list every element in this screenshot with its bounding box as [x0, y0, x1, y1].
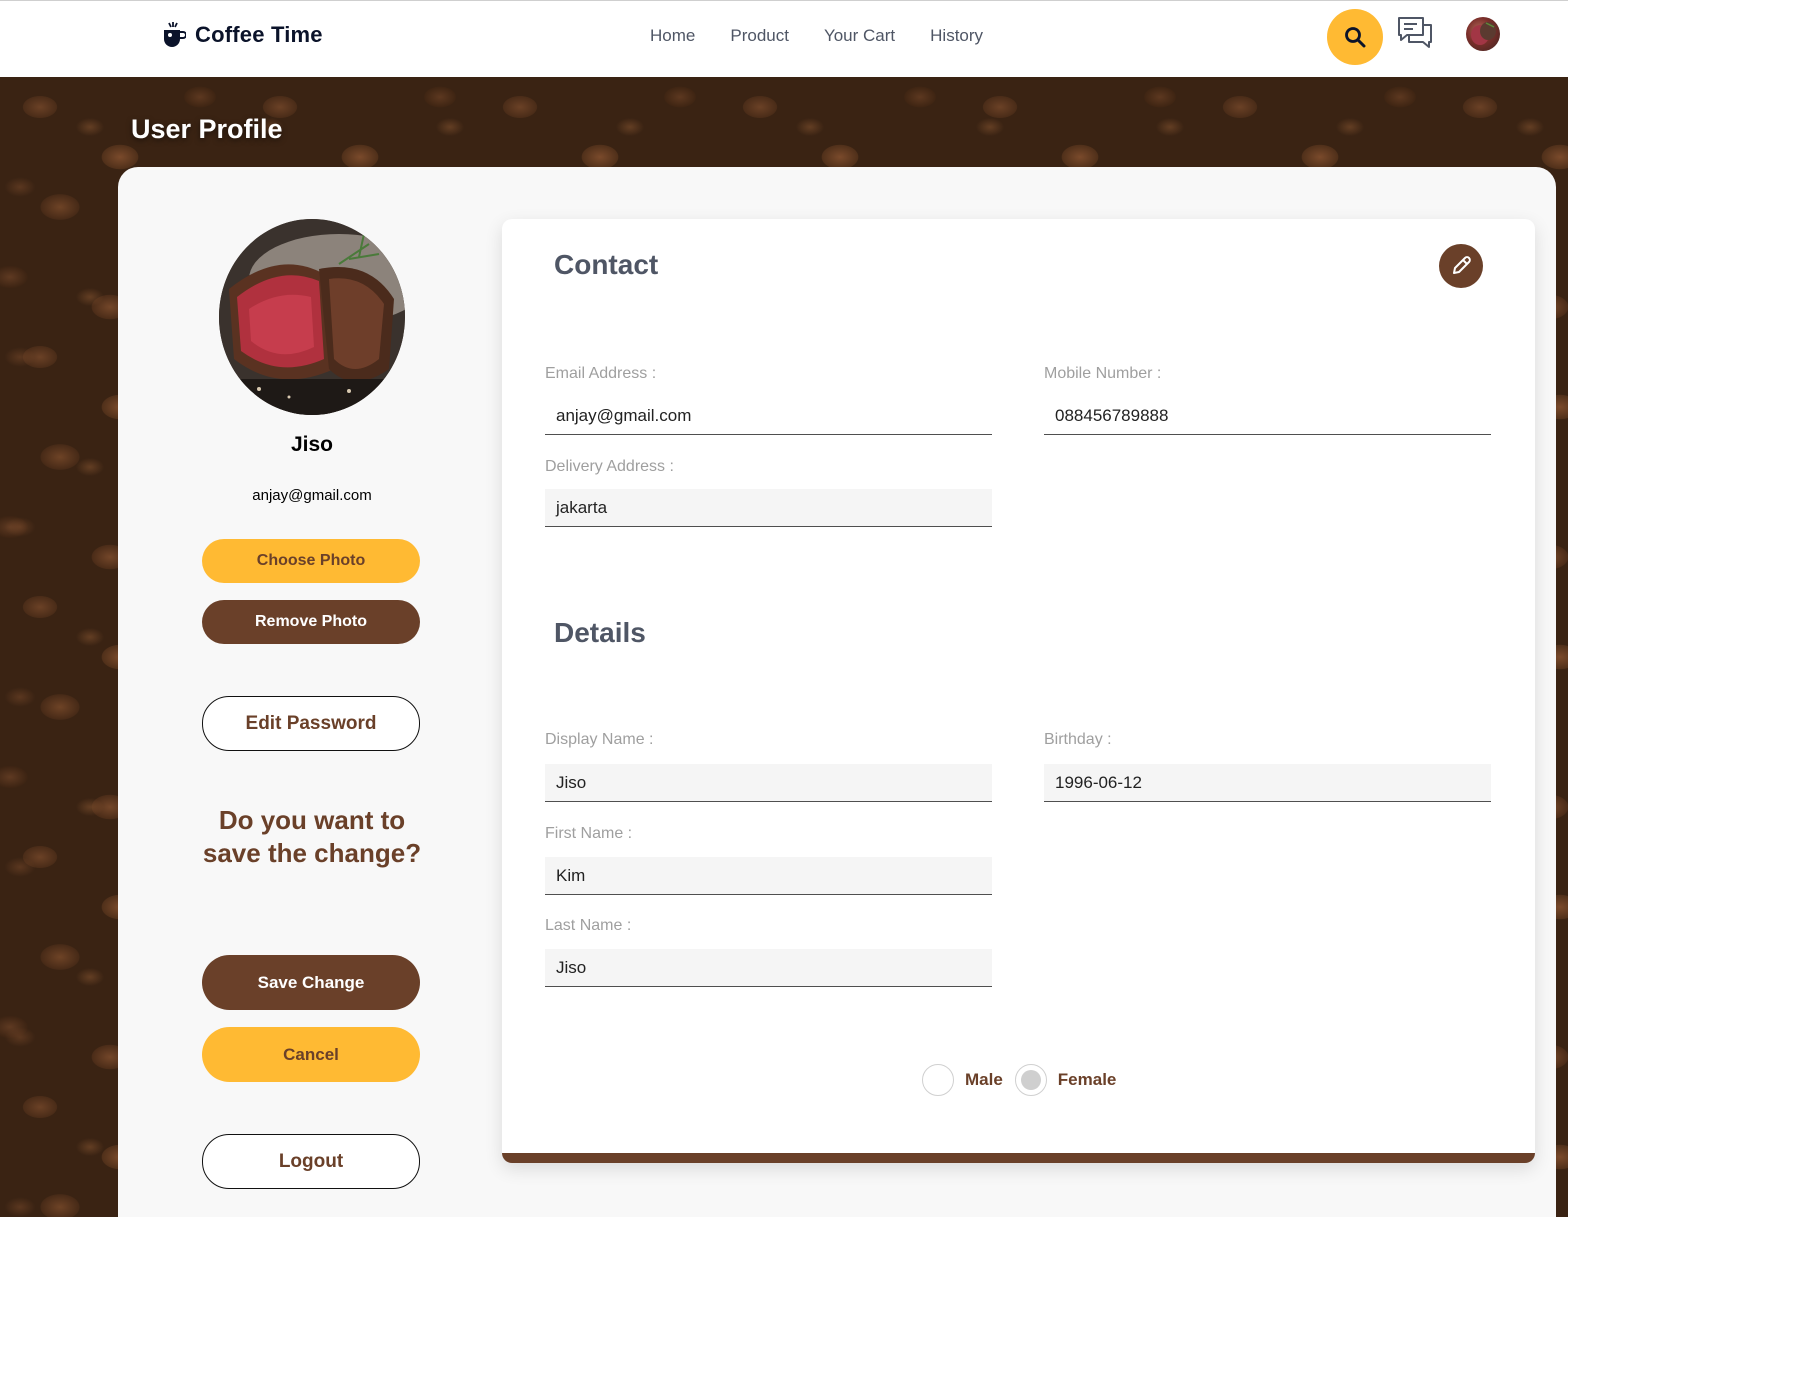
address-field[interactable]: jakarta	[545, 489, 992, 527]
avatar-image	[1471, 22, 1496, 45]
email-field[interactable]: anjay@gmail.com	[545, 397, 992, 435]
edit-password-button[interactable]: Edit Password	[202, 696, 420, 751]
female-radio-selected-dot	[1020, 1070, 1041, 1090]
email-label: Email Address :	[545, 365, 657, 382]
nav-links: Home Product Your Cart History	[650, 26, 1018, 46]
nav-link-history[interactable]: History	[930, 26, 983, 46]
page-title: User Profile	[131, 114, 283, 144]
search-button[interactable]	[1327, 9, 1383, 65]
female-radio[interactable]	[1014, 1064, 1047, 1096]
form-bottom-bar	[502, 1153, 1535, 1163]
male-radio[interactable]	[922, 1064, 954, 1096]
details-section-title: Details	[554, 617, 646, 648]
last-name-label: Last Name :	[545, 917, 632, 934]
gender-radio-group: Male Female	[922, 1064, 1128, 1096]
male-label[interactable]: Male	[965, 1070, 1003, 1090]
profile-photo-image	[219, 219, 405, 415]
nav-link-home[interactable]: Home	[650, 26, 695, 46]
profile-photo	[219, 219, 405, 415]
pencil-icon	[1453, 256, 1471, 274]
edit-button[interactable]	[1439, 244, 1483, 288]
profile-name: Jiso	[290, 433, 334, 456]
save-change-prompt: Do you want to save the change?	[202, 805, 422, 868]
remove-photo-button[interactable]: Remove Photo	[202, 600, 420, 644]
profile-card: Jiso anjay@gmail.com Choose Photo Remove…	[118, 167, 1556, 1217]
save-change-button[interactable]: Save Change	[202, 955, 420, 1010]
brand-name: Coffee Time	[195, 22, 323, 47]
first-name-label: First Name :	[545, 825, 633, 842]
nav-link-cart[interactable]: Your Cart	[824, 26, 895, 46]
chat-icon[interactable]	[1396, 15, 1434, 53]
last-name-field[interactable]: Jiso	[545, 949, 992, 987]
search-icon	[1345, 27, 1366, 48]
profile-email: anjay@gmail.com	[252, 487, 372, 504]
address-label: Delivery Address :	[545, 458, 674, 475]
contact-section-title: Contact	[554, 249, 659, 280]
mobile-field[interactable]: 088456789888	[1044, 397, 1491, 435]
logout-button[interactable]: Logout	[202, 1134, 420, 1189]
coffee-cup-icon	[164, 22, 186, 47]
birthday-field[interactable]: 1996-06-12	[1044, 764, 1491, 802]
nav-link-product[interactable]: Product	[730, 26, 789, 46]
brand[interactable]: Coffee Time	[160, 21, 323, 49]
user-avatar[interactable]	[1466, 17, 1500, 51]
display-name-field[interactable]: Jiso	[545, 764, 992, 802]
navbar: Coffee Time Home Product Your Cart Histo…	[0, 0, 1568, 77]
female-label[interactable]: Female	[1058, 1070, 1117, 1090]
display-name-label: Display Name :	[545, 731, 654, 748]
first-name-field[interactable]: Kim	[545, 857, 992, 895]
mobile-label: Mobile Number :	[1044, 365, 1162, 382]
choose-photo-button[interactable]: Choose Photo	[202, 539, 420, 583]
birthday-label: Birthday :	[1044, 731, 1112, 748]
profile-form: Contact Email Address : anjay@gmail.com …	[502, 219, 1535, 1163]
cancel-button[interactable]: Cancel	[202, 1027, 420, 1082]
